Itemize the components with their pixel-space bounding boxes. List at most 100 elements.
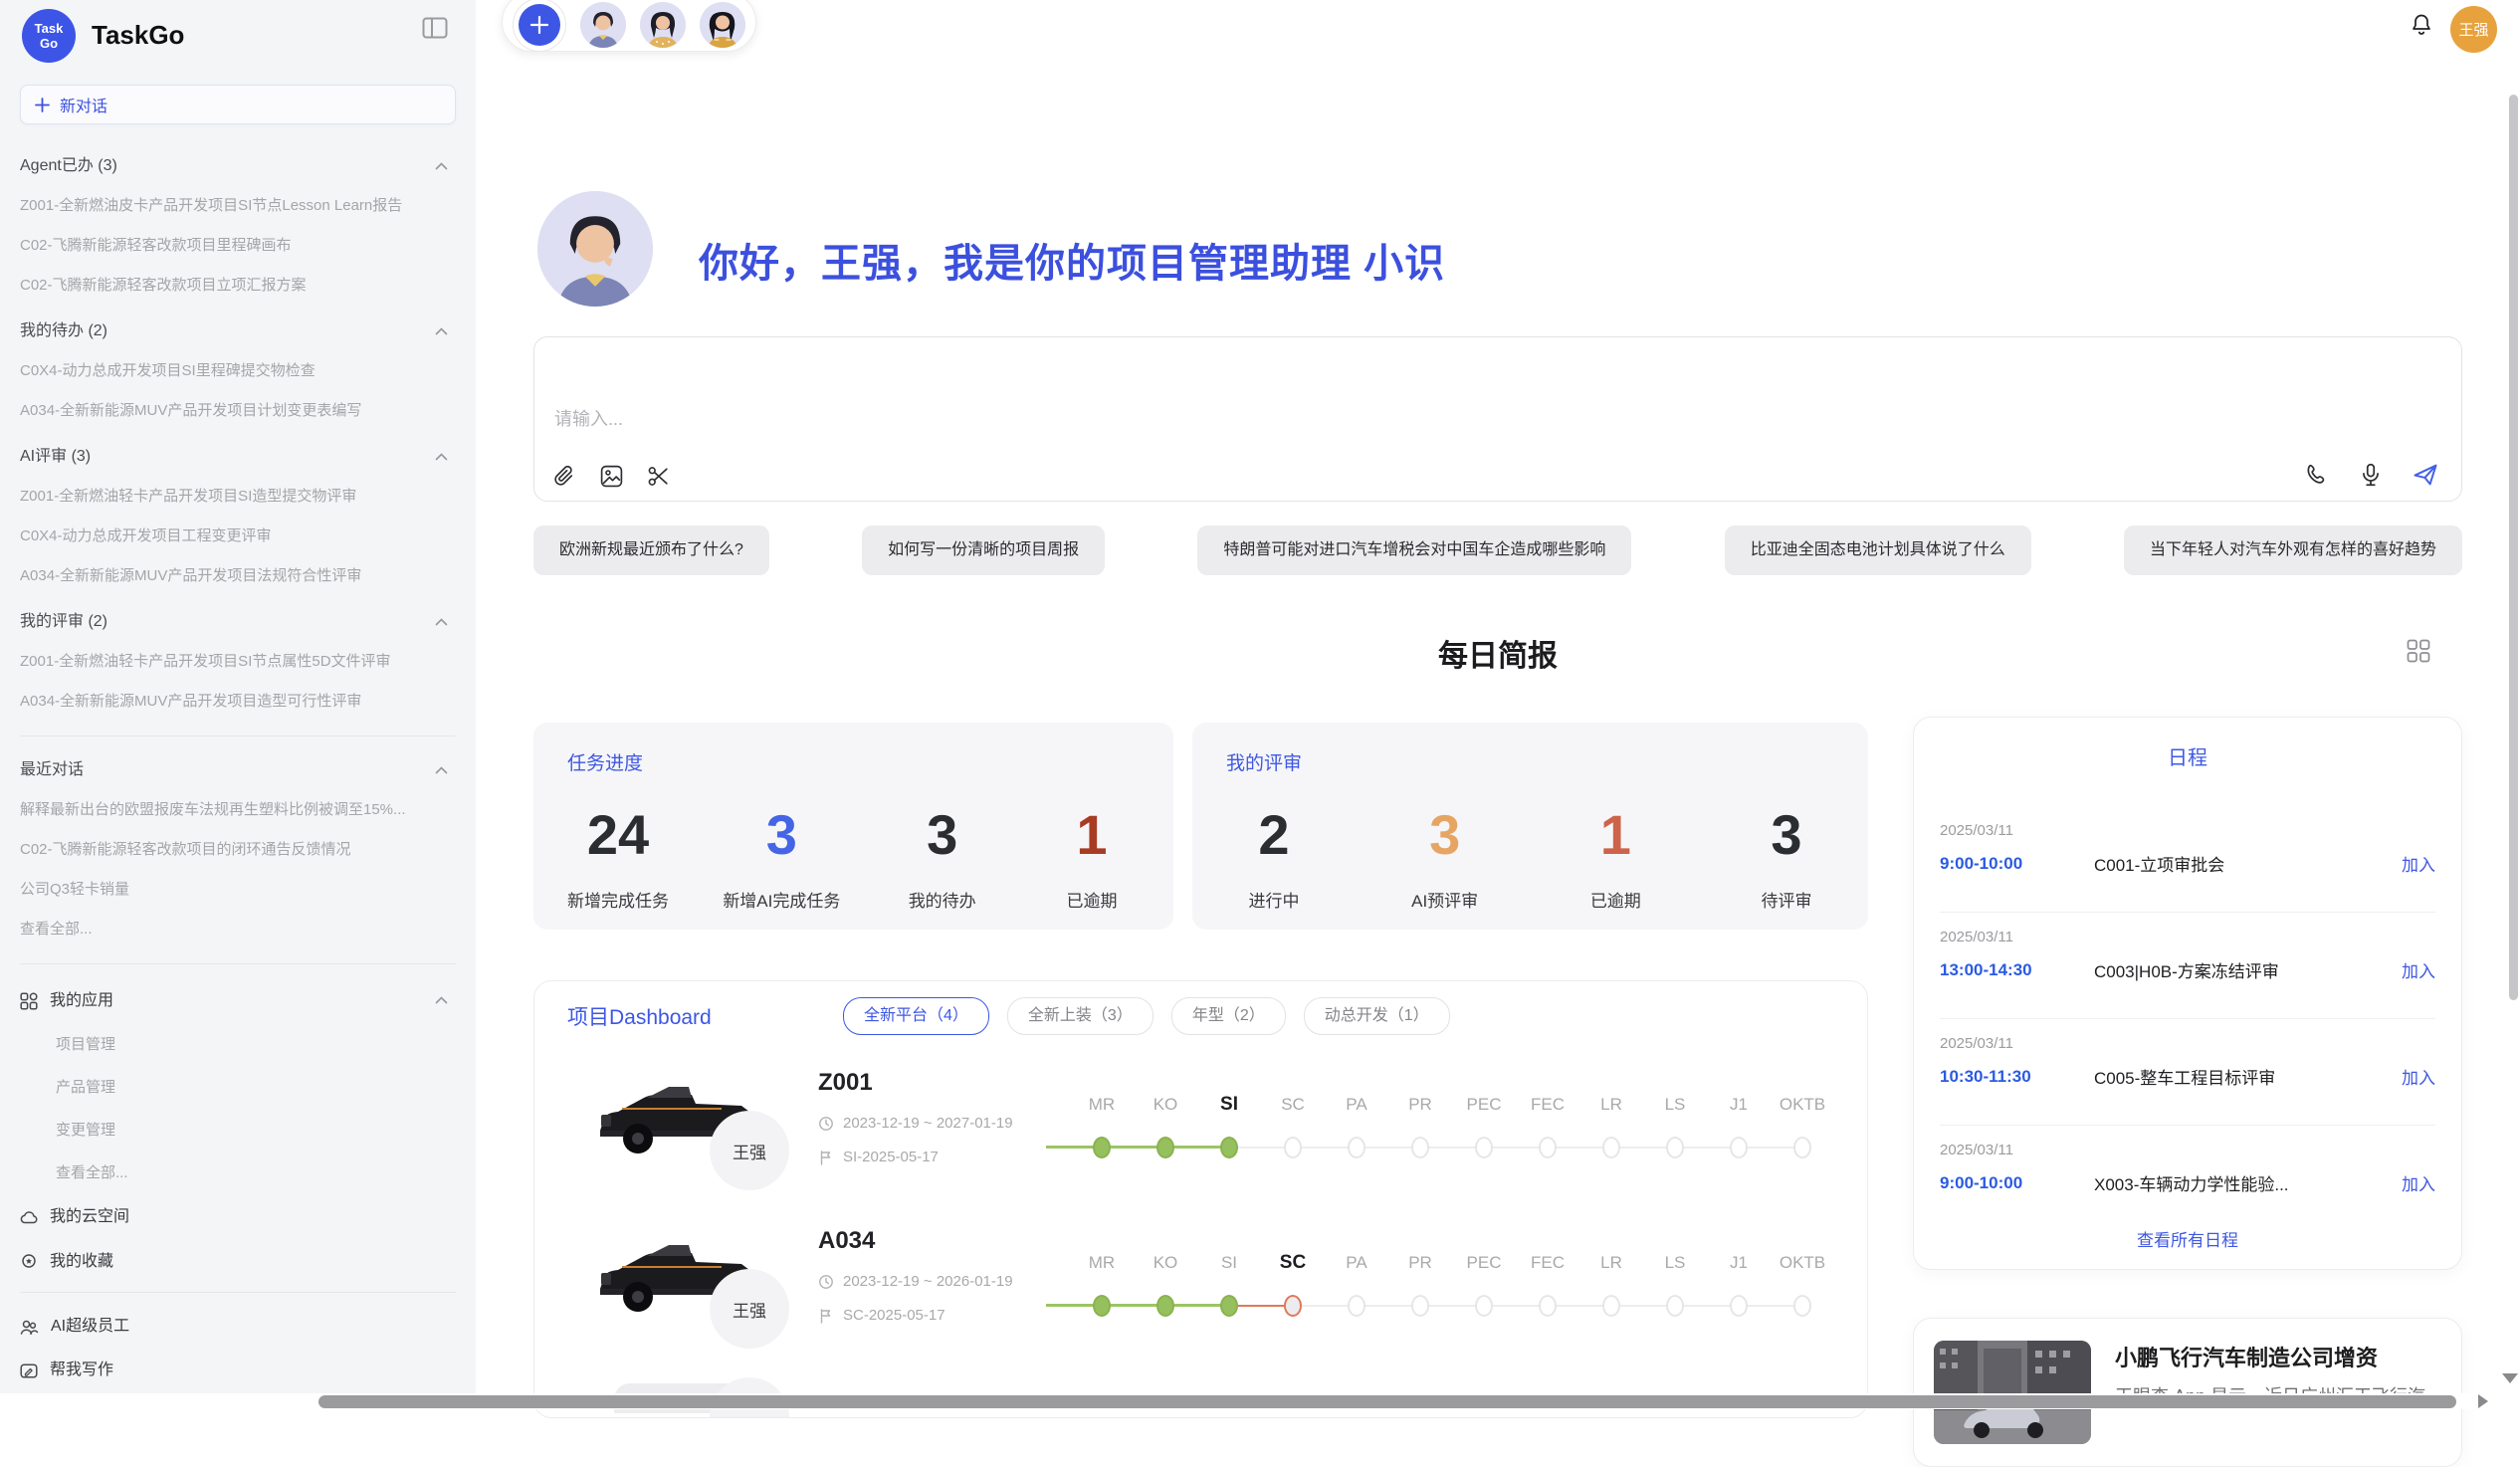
suggestion-chip[interactable]: 当下年轻人对汽车外观有怎样的喜好趋势 bbox=[2124, 525, 2462, 575]
stat: 1 已逾期 bbox=[1044, 805, 1140, 912]
join-link[interactable]: 加入 bbox=[2402, 1064, 2435, 1089]
phone-icon[interactable] bbox=[2304, 462, 2330, 488]
view-all-schedule-link[interactable]: 查看所有日程 bbox=[1914, 1226, 2461, 1251]
milestone-dot[interactable] bbox=[1284, 1295, 1302, 1317]
conversation-item[interactable]: C0X4-动力总成开发项目工程变更评审 bbox=[20, 517, 456, 556]
conversation-item[interactable]: Z001-全新燃油轻卡产品开发项目SI造型提交物评审 bbox=[20, 477, 456, 517]
milestone-dot[interactable] bbox=[1539, 1137, 1557, 1158]
new-session-button[interactable] bbox=[513, 0, 566, 52]
conversation-item[interactable]: Z001-全新燃油轻卡产品开发项目SI节点属性5D文件评审 bbox=[20, 642, 456, 682]
schedule-item[interactable]: 2025/03/11 9:00-10:00 C001-立项审批会 加入 bbox=[1940, 806, 2435, 913]
section-header-recent[interactable]: 最近对话 bbox=[20, 750, 456, 790]
image-icon[interactable] bbox=[599, 464, 624, 489]
milestone-dot[interactable] bbox=[1730, 1295, 1748, 1317]
view-all-link[interactable]: 查看全部... bbox=[20, 910, 456, 949]
milestone-dot[interactable] bbox=[1475, 1137, 1493, 1158]
send-icon[interactable] bbox=[2412, 461, 2439, 489]
horizontal-scrollbar[interactable] bbox=[318, 1395, 2456, 1408]
conversation-item[interactable]: C0X4-动力总成开发项目SI里程碑提交物检查 bbox=[20, 351, 456, 391]
milestone-dot[interactable] bbox=[1602, 1295, 1620, 1317]
scroll-down-arrow-icon[interactable] bbox=[2502, 1373, 2518, 1383]
schedule-item[interactable]: 2025/03/11 13:00-14:30 C003|H0B-方案冻结评审 加… bbox=[1940, 913, 2435, 1019]
news-card[interactable]: 小鹏飞行汽车制造公司增资 天眼查 App 显示，近日广州汇天飞行汽 bbox=[1913, 1318, 2462, 1467]
filter-chip[interactable]: 动总开发（1） bbox=[1304, 997, 1450, 1035]
milestone-dot[interactable] bbox=[1411, 1137, 1429, 1158]
milestone-dot[interactable] bbox=[1666, 1295, 1684, 1317]
chevron-up-icon[interactable] bbox=[435, 996, 448, 1004]
notification-bell-icon[interactable] bbox=[2409, 12, 2434, 38]
milestone-dot[interactable] bbox=[1539, 1295, 1557, 1317]
project-row[interactable]: 王强 Z001 2023-12-19 ~ 2027-01-19 SI-2025-… bbox=[534, 1059, 1867, 1210]
milestone-dot[interactable] bbox=[1220, 1137, 1238, 1158]
sidebar-subitem-change-mgmt[interactable]: 变更管理 bbox=[20, 1109, 456, 1152]
schedule-item[interactable]: 2025/03/11 9:00-10:00 X003-车辆动力学性能验... 加… bbox=[1940, 1126, 2435, 1231]
chevron-up-icon[interactable] bbox=[435, 618, 448, 626]
scroll-right-arrow-icon[interactable] bbox=[2478, 1394, 2488, 1408]
suggestion-chip[interactable]: 如何写一份清晰的项目周报 bbox=[862, 525, 1105, 575]
sidebar-item-favorites[interactable]: 我的收藏 bbox=[20, 1239, 456, 1284]
milestone-dot[interactable] bbox=[1602, 1137, 1620, 1158]
view-all-link[interactable]: 查看全部... bbox=[20, 1152, 456, 1194]
milestone-dot[interactable] bbox=[1793, 1137, 1811, 1158]
sidebar-item-cloud-space[interactable]: 我的云空间 bbox=[20, 1194, 456, 1239]
sidebar-subitem-project-mgmt[interactable]: 项目管理 bbox=[20, 1023, 456, 1066]
milestone-dot[interactable] bbox=[1793, 1295, 1811, 1317]
layout-grid-icon[interactable] bbox=[2407, 639, 2430, 663]
milestone-dot[interactable] bbox=[1093, 1295, 1111, 1317]
conversation-item[interactable]: C02-飞腾新能源轻客改款项目立项汇报方案 bbox=[20, 266, 456, 306]
conversation-item[interactable]: 公司Q3轻卡销量 bbox=[20, 870, 456, 910]
milestone-dot[interactable] bbox=[1348, 1137, 1365, 1158]
conversation-item[interactable]: C02-飞腾新能源轻客改款项目里程碑画布 bbox=[20, 226, 456, 266]
conversation-item[interactable]: A034-全新新能源MUV产品开发项目造型可行性评审 bbox=[20, 682, 456, 722]
section-header-ai-review[interactable]: AI评审 (3) bbox=[20, 437, 456, 477]
filter-chip[interactable]: 全新上装（3） bbox=[1007, 997, 1154, 1035]
vertical-scrollbar[interactable] bbox=[2509, 95, 2518, 1000]
milestone-dot[interactable] bbox=[1666, 1137, 1684, 1158]
conversation-item[interactable]: Z001-全新燃油皮卡产品开发项目SI节点Lesson Learn报告 bbox=[20, 186, 456, 226]
new-chat-button[interactable]: 新对话 bbox=[20, 85, 456, 124]
sidebar-item-my-apps[interactable]: 我的应用 bbox=[20, 978, 456, 1023]
attachment-icon[interactable] bbox=[552, 464, 577, 489]
conversation-item[interactable]: 解释最新出台的欧盟报废车法规再生塑料比例被调至15%... bbox=[20, 790, 456, 830]
microphone-icon[interactable] bbox=[2358, 462, 2384, 488]
schedule-item[interactable]: 2025/03/11 10:30-11:30 C005-整车工程目标评审 加入 bbox=[1940, 1019, 2435, 1126]
milestone-dot[interactable] bbox=[1284, 1137, 1302, 1158]
milestone-dot[interactable] bbox=[1475, 1295, 1493, 1317]
chevron-up-icon[interactable] bbox=[435, 162, 448, 170]
milestone-dot[interactable] bbox=[1093, 1137, 1111, 1158]
milestone-dot[interactable] bbox=[1220, 1295, 1238, 1317]
chat-input-box[interactable]: 请输入... bbox=[533, 336, 2462, 502]
sidebar-item-help-me-write[interactable]: 帮我写作 bbox=[20, 1349, 456, 1392]
user-avatar[interactable]: 王强 bbox=[2450, 6, 2497, 53]
session-avatar[interactable] bbox=[580, 2, 626, 48]
sidebar-item-ai-super-staff[interactable]: AI超级员工 bbox=[20, 1305, 456, 1349]
conversation-item[interactable]: A034-全新新能源MUV产品开发项目计划变更表编写 bbox=[20, 391, 456, 431]
conversation-item[interactable]: C02-飞腾新能源轻客改款项目的闭环通告反馈情况 bbox=[20, 830, 456, 870]
section-header-my-review[interactable]: 我的评审 (2) bbox=[20, 602, 456, 642]
chevron-up-icon[interactable] bbox=[435, 327, 448, 335]
sidebar-collapse-icon[interactable] bbox=[422, 16, 448, 40]
session-avatar[interactable] bbox=[700, 2, 745, 48]
suggestion-chip[interactable]: 特朗普可能对进口汽车增税会对中国车企造成哪些影响 bbox=[1197, 525, 1631, 575]
chevron-up-icon[interactable] bbox=[435, 453, 448, 461]
join-link[interactable]: 加入 bbox=[2402, 957, 2435, 982]
milestone-dot[interactable] bbox=[1156, 1295, 1174, 1317]
milestone-dot[interactable] bbox=[1348, 1295, 1365, 1317]
conversation-item[interactable]: A034-全新新能源MUV产品开发项目法规符合性评审 bbox=[20, 556, 456, 596]
milestone-dot[interactable] bbox=[1411, 1295, 1429, 1317]
session-avatar[interactable] bbox=[640, 2, 686, 48]
section-header-agent-done[interactable]: Agent已办 (3) bbox=[20, 146, 456, 186]
join-link[interactable]: 加入 bbox=[2402, 851, 2435, 876]
filter-chip[interactable]: 年型（2） bbox=[1171, 997, 1286, 1035]
suggestion-chip[interactable]: 比亚迪全固态电池计划具体说了什么 bbox=[1725, 525, 2031, 575]
scissors-icon[interactable] bbox=[646, 464, 671, 489]
suggestion-chip[interactable]: 欧洲新规最近颁布了什么? bbox=[533, 525, 769, 575]
milestone-dot[interactable] bbox=[1730, 1137, 1748, 1158]
milestone-dot[interactable] bbox=[1156, 1137, 1174, 1158]
project-row[interactable]: 王强 A034 2023-12-19 ~ 2026-01-19 SC-2025-… bbox=[534, 1217, 1867, 1368]
sidebar-subitem-product-mgmt[interactable]: 产品管理 bbox=[20, 1066, 456, 1109]
section-header-my-todo[interactable]: 我的待办 (2) bbox=[20, 312, 456, 351]
chevron-up-icon[interactable] bbox=[435, 766, 448, 774]
filter-chip[interactable]: 全新平台（4） bbox=[843, 997, 989, 1035]
join-link[interactable]: 加入 bbox=[2402, 1170, 2435, 1195]
